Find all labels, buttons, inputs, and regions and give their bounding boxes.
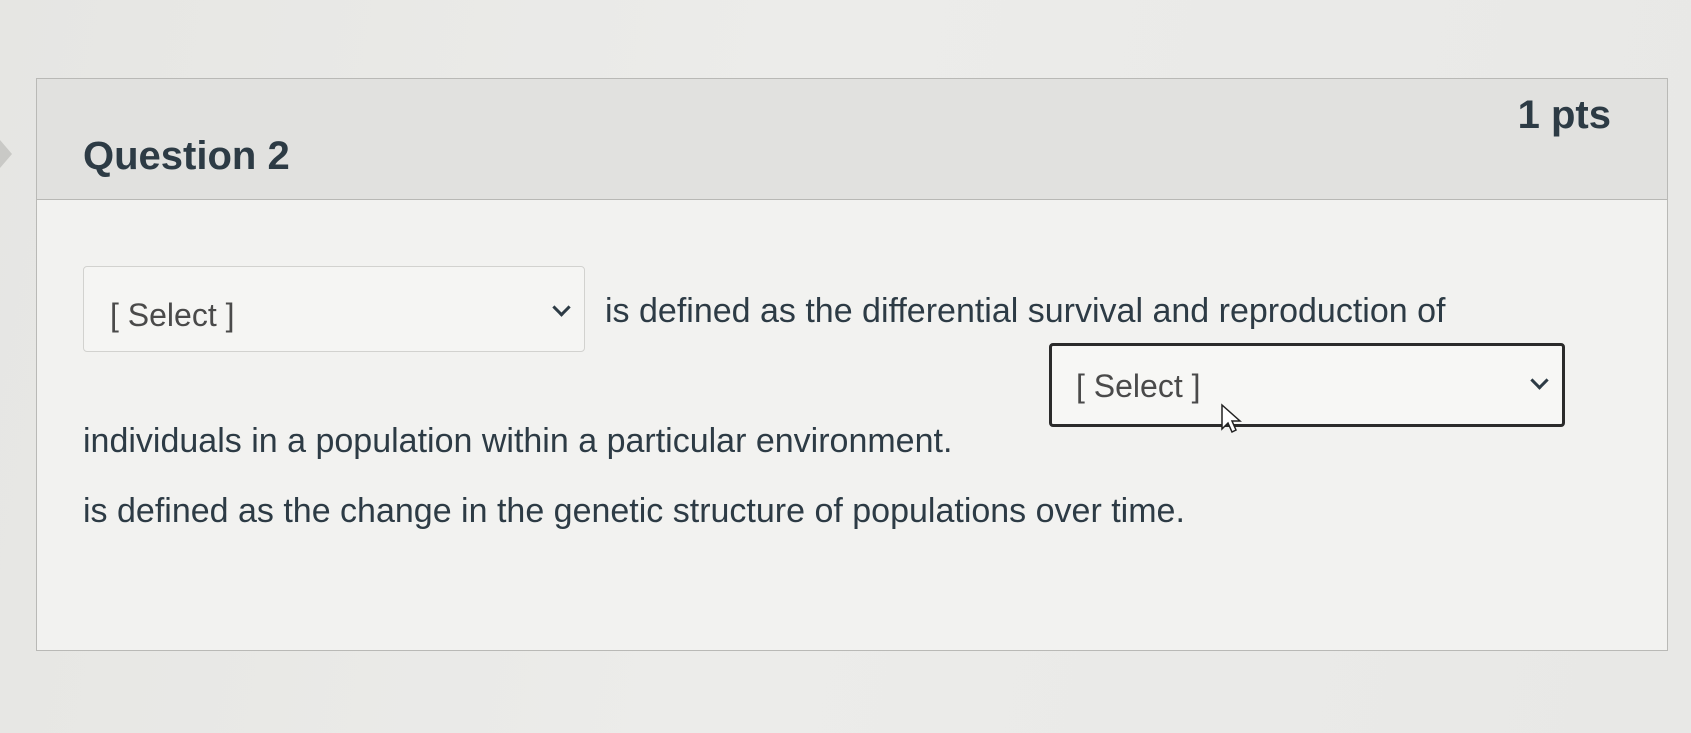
answer-dropdown-1[interactable]: [ Select ]: [83, 266, 585, 352]
answer-dropdown-2[interactable]: [ Select ]: [1049, 343, 1565, 427]
chevron-right-icon[interactable]: [0, 140, 12, 168]
question-points: 1 pts: [1517, 93, 1611, 137]
question-body: [ Select ] is defined as the differentia…: [37, 200, 1667, 650]
sentence-part-3: is defined as the change in the genetic …: [83, 492, 1185, 530]
question-card: Question 2 1 pts [ Select ] is defined a…: [36, 78, 1668, 651]
chevron-down-icon: [552, 298, 571, 317]
mouse-cursor-icon: [1221, 403, 1242, 434]
question-header: Question 2 1 pts: [37, 79, 1667, 200]
sentence-part-2: individuals in a population within a par…: [83, 422, 953, 460]
chevron-down-icon: [1530, 371, 1549, 390]
quiz-page: Question 2 1 pts [ Select ] is defined a…: [0, 0, 1691, 733]
sentence-part-1: is defined as the differential survival …: [605, 292, 1446, 330]
question-title: Question 2: [83, 134, 290, 178]
dropdown-1-value: [ Select ]: [110, 297, 235, 333]
dropdown-2-value: [ Select ]: [1076, 368, 1201, 404]
